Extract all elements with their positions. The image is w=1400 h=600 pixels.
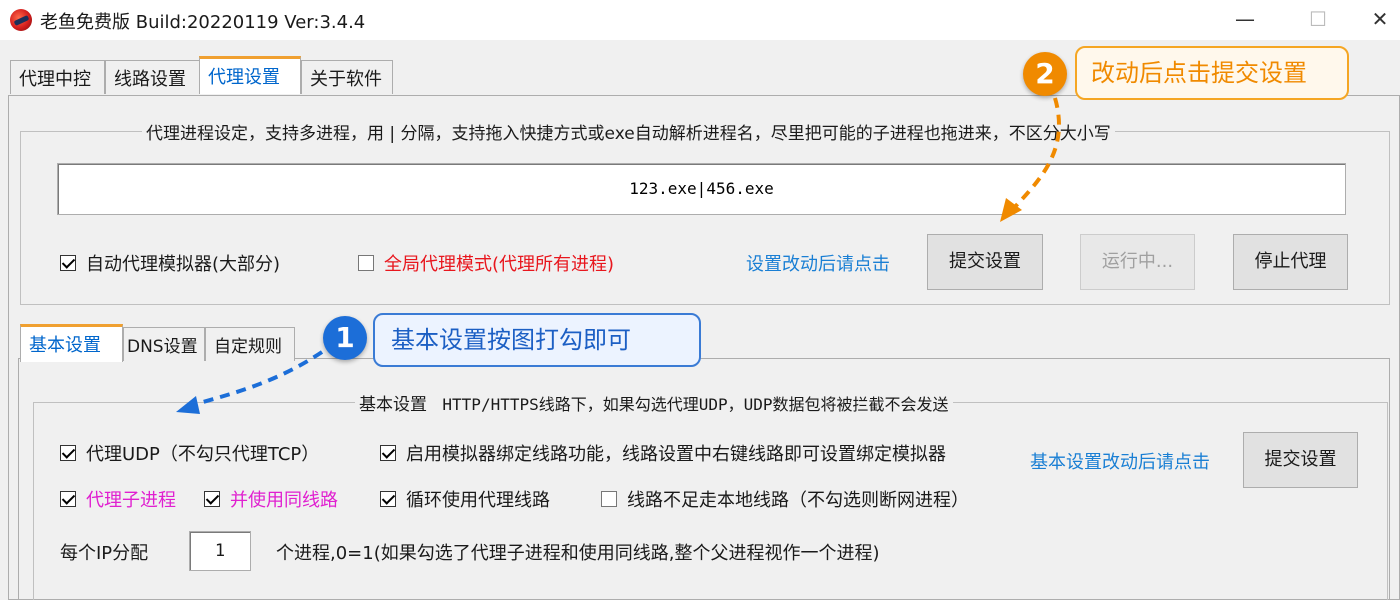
auto-emulator-checkbox[interactable]: 自动代理模拟器(大部分): [60, 250, 280, 276]
tab-line-settings[interactable]: 线路设置: [105, 60, 201, 94]
proxy-process-group-title: 代理进程设定，支持多进程，用 | 分隔，支持拖入快捷方式或exe自动解析进程名，…: [142, 119, 1115, 144]
callout-two: 改动后点击提交设置: [1075, 46, 1349, 100]
checkbox-checked-icon: [380, 491, 396, 507]
loop-proxy-label: 循环使用代理线路: [406, 490, 550, 511]
tab-basic-settings[interactable]: 基本设置: [20, 324, 123, 362]
tab-about[interactable]: 关于软件: [301, 60, 393, 94]
checkbox-checked-icon: [204, 491, 220, 507]
tab-proxy-settings[interactable]: 代理设置: [199, 56, 301, 94]
global-mode-checkbox[interactable]: 全局代理模式(代理所有进程): [358, 250, 614, 276]
callout-two-badge: 2: [1023, 52, 1067, 96]
checkbox-checked-icon: [380, 445, 396, 461]
checkbox-checked-icon: [60, 255, 76, 271]
submit-settings-button[interactable]: 提交设置: [927, 234, 1043, 290]
auto-emulator-label: 自动代理模拟器(大部分): [86, 254, 281, 275]
settings-hint-link: 设置改动后请点击: [746, 254, 890, 275]
checkbox-checked-icon: [60, 491, 76, 507]
proxy-udp-checkbox[interactable]: 代理UDP（不勾只代理TCP）: [60, 440, 319, 466]
checkbox-checked-icon: [60, 445, 76, 461]
title-bar: 老鱼免费版 Build:20220119 Ver:3.4.4 — ☐ ✕: [0, 0, 1400, 40]
close-icon[interactable]: ✕: [1360, 4, 1400, 34]
minimize-icon[interactable]: —: [1225, 4, 1265, 34]
tab-dns-settings[interactable]: DNS设置: [123, 327, 205, 361]
tab-custom-rules[interactable]: 自定规则: [205, 327, 295, 361]
basic-settings-group-title: 基本设置 HTTP/HTTPS线路下，如果勾选代理UDP，UDP数据包将被拦截不…: [355, 390, 953, 415]
per-ip-label: 每个IP分配: [60, 543, 149, 564]
per-ip-suffix: 个进程,0=1(如果勾选了代理子进程和使用同线路,整个父进程视作一个进程): [276, 543, 880, 564]
basic-settings-group-title-a: 基本设置: [359, 395, 427, 415]
local-fallback-checkbox[interactable]: 线路不足走本地线路（不勾选则断网进程）: [601, 486, 969, 512]
same-line-label: 并使用同线路: [230, 490, 338, 511]
window-title: 老鱼免费版 Build:20220119 Ver:3.4.4: [40, 12, 366, 33]
basic-submit-settings-button[interactable]: 提交设置: [1243, 432, 1358, 488]
proxy-udp-label: 代理UDP（不勾只代理TCP）: [86, 444, 320, 465]
child-process-checkbox[interactable]: 代理子进程: [60, 486, 176, 512]
per-ip-count-input[interactable]: 1: [189, 531, 251, 571]
global-mode-label: 全局代理模式(代理所有进程): [384, 254, 615, 275]
bind-emulator-label: 启用模拟器绑定线路功能，线路设置中右键线路即可设置绑定模拟器: [406, 444, 946, 465]
callout-one: 基本设置按图打勾即可: [373, 313, 701, 367]
basic-settings-hint-link: 基本设置改动后请点击: [1030, 452, 1210, 473]
callout-one-badge: 1: [323, 316, 367, 360]
basic-settings-group-title-b: HTTP/HTTPS线路下，如果勾选代理UDP，UDP数据包将被拦截不会发送: [442, 395, 949, 414]
loop-proxy-checkbox[interactable]: 循环使用代理线路: [380, 486, 550, 512]
app-logo-icon: [10, 9, 32, 31]
maximize-icon[interactable]: ☐: [1298, 4, 1338, 34]
running-button[interactable]: 运行中...: [1080, 234, 1195, 290]
local-fallback-label: 线路不足走本地线路（不勾选则断网进程）: [627, 490, 969, 511]
checkbox-unchecked-icon: [601, 491, 617, 507]
process-list-input[interactable]: 123.exe|456.exe: [57, 163, 1346, 215]
child-process-label: 代理子进程: [86, 490, 176, 511]
stop-proxy-button[interactable]: 停止代理: [1233, 234, 1348, 290]
tab-proxy-control[interactable]: 代理中控: [10, 60, 105, 94]
checkbox-unchecked-icon: [358, 255, 374, 271]
same-line-checkbox[interactable]: 并使用同线路: [204, 486, 338, 512]
bind-emulator-checkbox[interactable]: 启用模拟器绑定线路功能，线路设置中右键线路即可设置绑定模拟器: [380, 440, 946, 466]
